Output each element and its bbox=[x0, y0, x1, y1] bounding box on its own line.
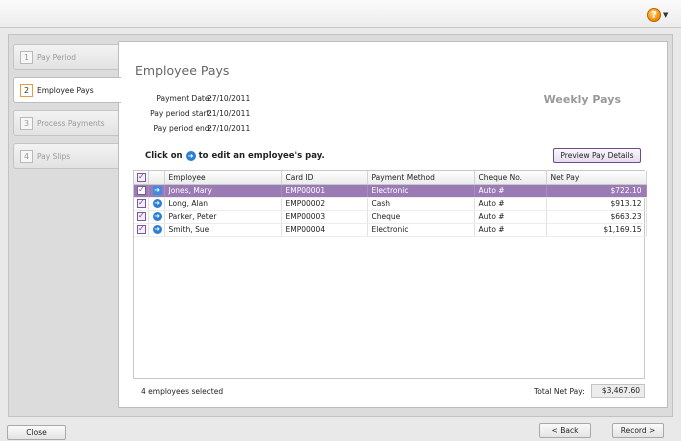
page-title: Employee Pays bbox=[135, 63, 230, 78]
cell-net-pay: $1,169.15 bbox=[546, 223, 647, 237]
step-label: Pay Slips bbox=[37, 151, 71, 161]
step-label: Process Payments bbox=[37, 118, 105, 128]
cell-employee: Long, Alan bbox=[164, 197, 282, 211]
table-row[interactable]: ➜ Smith, Sue EMP00004 Electronic Auto # … bbox=[134, 223, 647, 237]
close-button[interactable]: Close bbox=[7, 425, 66, 440]
step-number: 4 bbox=[20, 149, 33, 163]
step-number: 3 bbox=[20, 116, 33, 130]
step-number: 1 bbox=[20, 50, 33, 64]
header-card-id[interactable]: Card ID bbox=[281, 171, 368, 185]
help-menu-button[interactable]: ? ▼ bbox=[647, 6, 673, 24]
edit-row-arrow-icon[interactable]: ➜ bbox=[148, 210, 165, 224]
pay-period-end-label: Pay period end: bbox=[153, 124, 212, 133]
cell-card-id: EMP00003 bbox=[281, 210, 368, 224]
chevron-down-icon: ▼ bbox=[663, 11, 669, 19]
row-checkbox[interactable] bbox=[134, 210, 149, 224]
total-net-pay-value: $3,467.60 bbox=[591, 384, 645, 398]
step-number: 2 bbox=[20, 83, 33, 97]
step-pay-period[interactable]: 1 Pay Period bbox=[13, 44, 119, 70]
cell-cheque-no[interactable]: Auto # bbox=[474, 184, 547, 198]
cell-payment-method[interactable]: Electronic bbox=[367, 184, 475, 198]
cell-payment-method[interactable]: Cheque bbox=[367, 210, 475, 224]
step-label: Pay Period bbox=[37, 52, 76, 62]
row-checkbox[interactable] bbox=[134, 223, 149, 237]
cell-cheque-no[interactable]: Auto # bbox=[474, 210, 547, 224]
header-arrow-col bbox=[148, 171, 165, 185]
cell-net-pay: $663.23 bbox=[546, 210, 647, 224]
select-all-checkbox[interactable] bbox=[134, 171, 149, 185]
top-toolbar: ? ▼ bbox=[0, 0, 681, 28]
row-checkbox[interactable] bbox=[134, 184, 149, 198]
cell-card-id: EMP00002 bbox=[281, 197, 368, 211]
help-icon: ? bbox=[647, 8, 661, 22]
header-net-pay[interactable]: Net Pay bbox=[546, 171, 647, 185]
edit-row-arrow-icon[interactable]: ➜ bbox=[148, 223, 165, 237]
table-row[interactable]: ➜ Parker, Peter EMP00003 Cheque Auto # $… bbox=[134, 210, 647, 224]
edit-row-arrow-icon[interactable]: ➜ bbox=[148, 184, 165, 198]
record-button[interactable]: Record > bbox=[612, 423, 664, 438]
employee-pays-table: Employee Card ID Payment Method Cheque N… bbox=[133, 170, 647, 379]
pay-period-start-label: Pay period start: bbox=[150, 109, 212, 118]
table-row[interactable]: ➜ Long, Alan EMP00002 Cash Auto # $913.1… bbox=[134, 197, 647, 211]
cell-cheque-no[interactable]: Auto # bbox=[474, 223, 547, 237]
total-net-pay-label: Total Net Pay: bbox=[534, 387, 585, 396]
payment-date-value: 27/10/2011 bbox=[207, 94, 251, 103]
cell-net-pay: $913.12 bbox=[546, 197, 647, 211]
back-button[interactable]: < Back bbox=[539, 423, 591, 438]
section-title: Weekly Pays bbox=[543, 93, 621, 106]
edit-hint: Click on ➜ to edit an employee's pay. bbox=[145, 151, 325, 161]
cell-net-pay: $722.10 bbox=[546, 184, 647, 198]
step-employee-pays[interactable]: 2 Employee Pays bbox=[13, 77, 121, 103]
table-row[interactable]: ➜ Jones, Mary EMP00001 Electronic Auto #… bbox=[134, 184, 647, 198]
preview-pay-details-button[interactable]: Preview Pay Details bbox=[553, 148, 641, 163]
cell-employee: Jones, Mary bbox=[164, 184, 282, 198]
table-header-row: Employee Card ID Payment Method Cheque N… bbox=[134, 171, 647, 185]
cell-card-id: EMP00001 bbox=[281, 184, 368, 198]
selected-count: 4 employees selected bbox=[141, 387, 224, 396]
header-cheque-no[interactable]: Cheque No. bbox=[474, 171, 547, 185]
hint-prefix: Click on bbox=[145, 151, 183, 161]
main-panel: Employee Pays Weekly Pays Payment Date: … bbox=[118, 41, 668, 408]
edit-row-arrow-icon[interactable]: ➜ bbox=[148, 197, 165, 211]
cell-employee: Parker, Peter bbox=[164, 210, 282, 224]
step-label: Employee Pays bbox=[37, 85, 94, 95]
row-checkbox[interactable] bbox=[134, 197, 149, 211]
hint-suffix: to edit an employee's pay. bbox=[198, 151, 325, 161]
step-pay-slips[interactable]: 4 Pay Slips bbox=[13, 143, 119, 169]
cell-payment-method[interactable]: Electronic bbox=[367, 223, 475, 237]
cell-employee: Smith, Sue bbox=[164, 223, 282, 237]
cell-cheque-no[interactable]: Auto # bbox=[474, 197, 547, 211]
cell-card-id: EMP00004 bbox=[281, 223, 368, 237]
pay-period-start-value: 21/10/2011 bbox=[207, 109, 251, 118]
header-employee[interactable]: Employee bbox=[164, 171, 282, 185]
header-payment-method[interactable]: Payment Method bbox=[367, 171, 475, 185]
arrow-right-icon: ➜ bbox=[185, 151, 196, 161]
pay-period-end-value: 27/10/2011 bbox=[207, 124, 251, 133]
cell-payment-method[interactable]: Cash bbox=[367, 197, 475, 211]
